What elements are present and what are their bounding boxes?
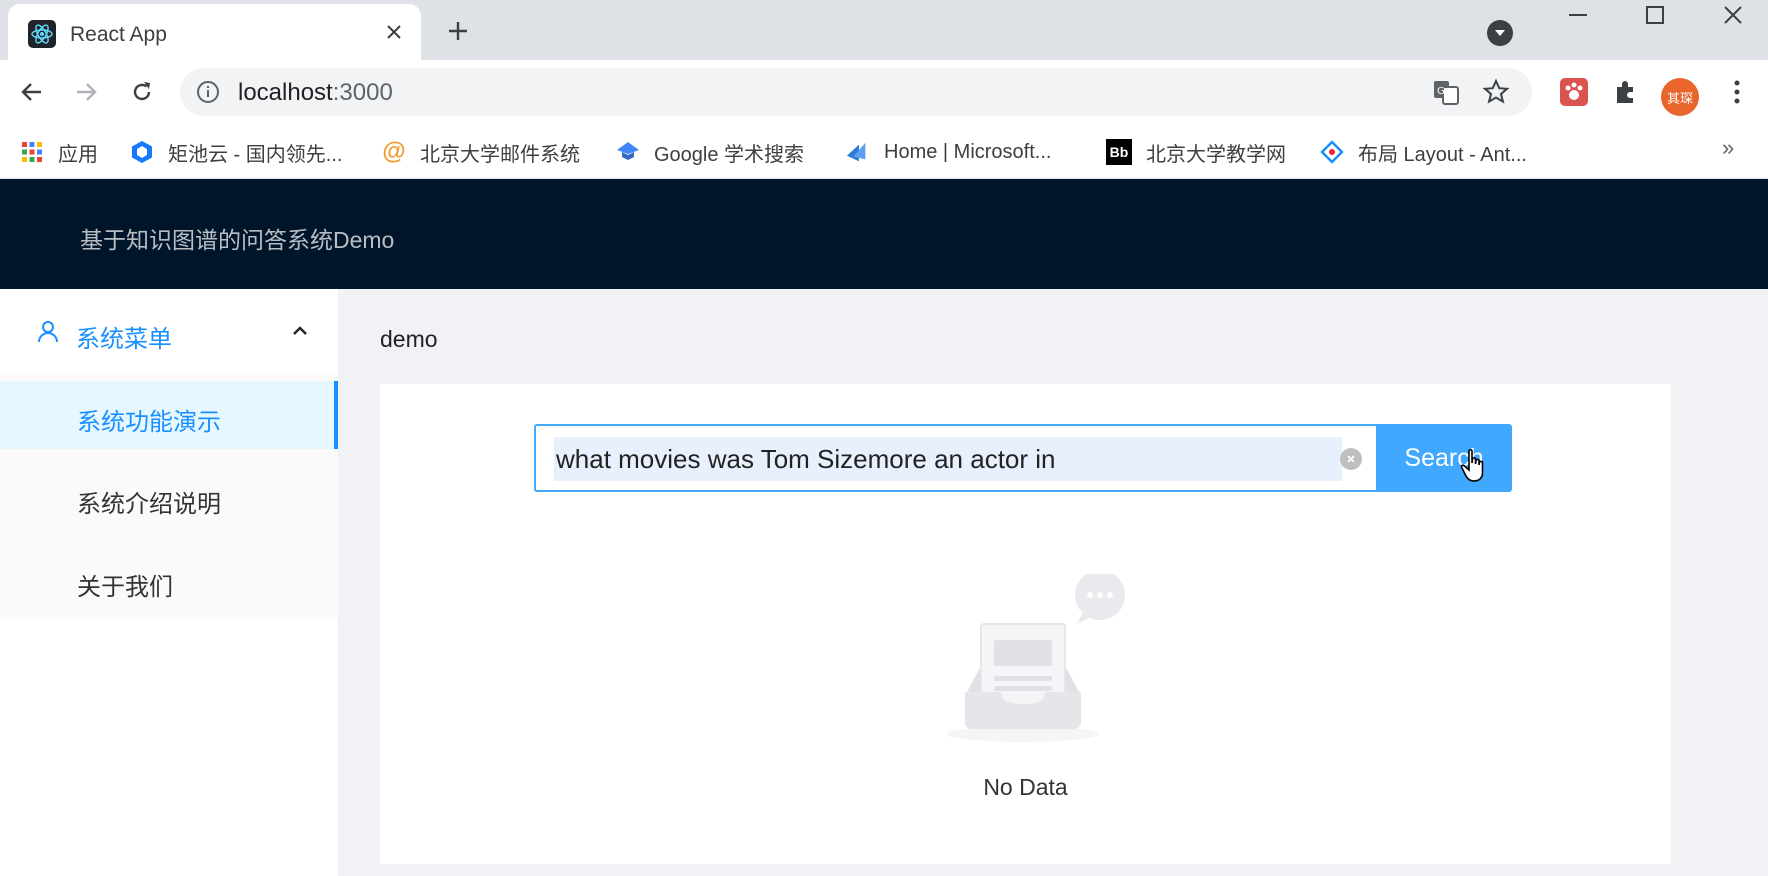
browser-menu-icon[interactable] (1721, 76, 1753, 108)
bookmark-pku-mail[interactable]: @ 北京大学邮件系统 (382, 137, 580, 167)
empty-inbox-illustration (945, 570, 1125, 744)
user-icon (36, 319, 60, 343)
bookmark-apps[interactable]: 应用 (20, 137, 98, 167)
submenu-system-menu[interactable]: 系统菜单 (0, 289, 338, 375)
matpool-icon (130, 140, 154, 164)
sidebar-item-label: 系统功能演示 (77, 409, 221, 436)
sidebar: 系统菜单 系统功能演示 系统介绍说明 关于我们 (0, 289, 338, 876)
url-text: localhost:3000 (238, 79, 393, 106)
mail-at-icon: @ (382, 138, 406, 165)
breadcrumb: demo (380, 326, 438, 352)
react-logo-icon (28, 20, 56, 48)
maximize-icon[interactable] (1625, 0, 1685, 30)
sidebar-item-label: 系统介绍说明 (77, 491, 221, 518)
minimize-icon[interactable] (1548, 0, 1608, 30)
sidebar-item-label: 关于我们 (77, 574, 173, 601)
window-close-icon[interactable] (1703, 0, 1763, 30)
bookmark-star-icon[interactable] (1482, 78, 1510, 106)
antd-icon (1320, 140, 1344, 164)
browser-tabstrip: React App (0, 0, 1768, 60)
extensions-puzzle-icon[interactable] (1610, 76, 1642, 108)
extension-paw-icon[interactable] (1558, 76, 1590, 108)
app-header: 基于知识图谱的问答系统Demo (0, 179, 1768, 289)
app-title: 基于知识图谱的问答系统Demo (80, 227, 395, 253)
sidebar-item-demo[interactable]: 系统功能演示 (0, 381, 338, 449)
back-arrow-icon[interactable] (14, 74, 50, 110)
microsoft-docs-icon (846, 140, 870, 164)
sidebar-item-intro[interactable]: 系统介绍说明 (0, 463, 338, 531)
chevron-up-icon (290, 321, 310, 341)
site-info-icon[interactable] (196, 80, 220, 104)
bookmark-google-scholar[interactable]: Google 学术搜索 (616, 137, 804, 167)
svg-text:G: G (1437, 86, 1445, 97)
submenu-list: 系统功能演示 系统介绍说明 关于我们 (0, 375, 338, 619)
search-group: what movies was Tom Sizemore an actor in… (534, 424, 1512, 492)
tab-title: React App (70, 23, 167, 46)
bookmark-microsoft[interactable]: Home | Microsoft... (846, 137, 1051, 167)
apps-grid-icon (20, 140, 44, 164)
bookmarks-overflow-icon[interactable]: » (1722, 135, 1734, 161)
bookmark-pku-course[interactable]: Bb 北京大学教学网 (1106, 137, 1286, 167)
address-bar[interactable]: localhost:3000 G (180, 68, 1532, 116)
new-tab-button[interactable] (441, 14, 475, 48)
sidebar-item-about[interactable]: 关于我们 (0, 546, 338, 614)
scholar-icon (616, 140, 640, 164)
search-input[interactable]: what movies was Tom Sizemore an actor in (534, 424, 1376, 492)
clear-icon[interactable] (1340, 448, 1362, 470)
bookmarks-bar: 应用 矩池云 - 国内领先... @ 北京大学邮件系统 Google 学术搜索 … (0, 124, 1768, 179)
search-input-value[interactable]: what movies was Tom Sizemore an actor in (554, 437, 1342, 481)
translate-icon[interactable]: G (1432, 78, 1460, 106)
submenu-label: 系统菜单 (76, 326, 172, 353)
blackboard-icon: Bb (1106, 139, 1132, 165)
bookmark-matpool[interactable]: 矩池云 - 国内领先... (130, 137, 342, 167)
hand-cursor-icon (1460, 448, 1488, 484)
browser-tab[interactable]: React App (8, 4, 421, 60)
forward-arrow-icon[interactable] (68, 74, 104, 110)
tab-search-icon[interactable] (1487, 20, 1513, 46)
profile-avatar[interactable]: 其琛 (1661, 78, 1699, 116)
browser-toolbar: localhost:3000 G (0, 60, 1768, 124)
reload-icon[interactable] (124, 74, 160, 110)
content-card: what movies was Tom Sizemore an actor in… (380, 384, 1671, 864)
bookmark-antd-layout[interactable]: 布局 Layout - Ant... (1320, 137, 1527, 167)
search-button[interactable]: Search (1376, 424, 1512, 492)
empty-state-text: No Data (983, 774, 1068, 800)
tab-close-icon[interactable] (380, 18, 408, 46)
